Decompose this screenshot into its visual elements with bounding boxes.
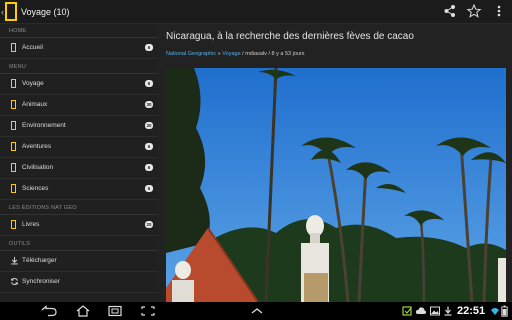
section-header-tools: OUTILS [0,237,158,251]
sidebar-item-label: Animaux [22,101,48,108]
article-panel: Nicaragua, à la recherche des dernières … [158,24,512,302]
sidebar-item-synchroniser[interactable]: Synchroniser [0,272,158,293]
share-icon[interactable] [442,3,458,19]
screenshot-icon[interactable] [140,305,156,317]
section-header-editions: LES ÉDITIONS NAT GEO [0,201,158,215]
nat-geo-frame-icon [11,220,16,229]
cloud-icon[interactable] [415,305,427,317]
recent-apps-icon[interactable] [106,305,124,317]
sidebar-item-voyage[interactable]: Voyage 6 [0,74,158,95]
count-badge: 30 [144,122,153,129]
back-icon[interactable]: ‹ [1,5,4,19]
sidebar-item-label: Sciences [22,185,49,192]
notification-icon[interactable] [402,305,412,317]
sidebar-item-label: Livres [22,221,40,228]
home-nav-icon[interactable] [74,305,92,317]
overflow-menu-icon[interactable] [491,3,507,19]
sidebar-item-environnement[interactable]: Environnement 30 [0,116,158,137]
sidebar-item-accueil[interactable]: Accueil 6 [0,38,158,59]
count-badge: 30 [144,101,153,108]
image-icon[interactable] [429,305,441,317]
count-badge: 6 [145,80,153,87]
sidebar-item-sciences[interactable]: Sciences 6 [0,179,158,200]
nat-geo-logo[interactable] [5,2,17,21]
author-age: / mdiasalv / 8 y a 53 jours [240,51,305,57]
category-link[interactable]: Voyage [222,51,240,57]
page-title: Voyage (10) [21,7,70,17]
sidebar-item-animaux[interactable]: Animaux 30 [0,95,158,116]
sidebar-item-label: Civilisation [22,164,54,171]
nat-geo-frame-icon [11,121,16,130]
download-icon [11,256,18,265]
clock: 22:51 [457,305,486,317]
wifi-icon [491,308,499,315]
nat-geo-frame-icon [11,184,16,193]
nat-geo-frame-icon [11,163,16,172]
system-navigation-bar: 22:51 [0,302,512,320]
back-nav-icon[interactable] [40,305,58,317]
sidebar-item-label: Aventures [22,143,52,150]
count-badge: 20 [144,221,153,228]
sync-icon [10,277,19,286]
section-header-home: HOME [0,24,158,38]
sidebar-item-label: Accueil [22,44,43,51]
sidebar-item-label: Environnement [22,122,66,129]
star-icon[interactable] [466,3,482,19]
up-chevron-icon[interactable] [249,305,265,317]
nat-geo-frame-icon [11,43,16,52]
count-badge: 6 [145,44,153,51]
sidebar-item-label: Télécharger [22,257,57,264]
count-badge: 6 [145,164,153,171]
count-badge: 6 [145,143,153,150]
source-link[interactable]: National Geographic [166,51,216,57]
count-badge: 6 [145,185,153,192]
sidebar-item-aventures[interactable]: Aventures 6 [0,137,158,158]
battery-icon [501,305,508,317]
sidebar-item-label: Voyage [22,80,44,87]
article-meta: National Geographic » Voyage / mdiasalv … [166,50,305,58]
nat-geo-frame-icon [11,79,16,88]
sidebar-item-civilisation[interactable]: Civilisation 6 [0,158,158,179]
navigation-drawer: HOME Accueil 6 MENU Voyage 6 Animaux 30 … [0,24,158,302]
section-header-menu: MENU [0,60,158,74]
sidebar-item-label: Synchroniser [22,278,60,285]
nat-geo-frame-icon [11,100,16,109]
download-notif-icon[interactable] [443,305,453,317]
app-screen: ‹ Voyage (10) HOME Accueil 6 MENU Voyage… [0,0,512,320]
article-title: Nicaragua, à la recherche des dernières … [166,31,414,42]
sidebar-item-livres[interactable]: Livres 20 [0,215,158,236]
sidebar-item-telecharger[interactable]: Télécharger [0,251,158,272]
action-bar: ‹ Voyage (10) [0,0,512,24]
nat-geo-frame-icon [11,142,16,151]
article-photo[interactable] [166,68,506,302]
